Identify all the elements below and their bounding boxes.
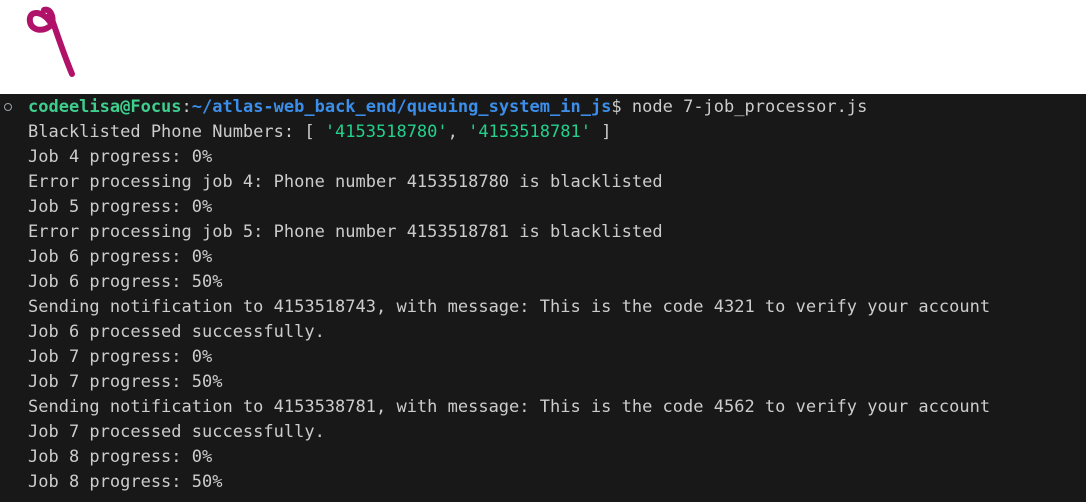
screenshot: codeelisa@Focus:~/atlas-web_back_end/que… — [0, 0, 1086, 502]
output-line: Job 8 progress: 50% — [28, 472, 223, 492]
output-line: Error processing job 4: Phone number 415… — [28, 172, 663, 192]
prompt-command: node 7-job_processor.js — [621, 97, 868, 117]
output-line: Sending notification to 4153538781, with… — [28, 397, 991, 417]
terminal-output[interactable]: codeelisa@Focus:~/atlas-web_back_end/que… — [0, 94, 1086, 502]
output-line: Job 7 processed successfully. — [28, 422, 325, 442]
output-line: Job 4 progress: 0% — [28, 147, 213, 167]
prompt-user-host: codeelisa@Focus — [28, 97, 182, 117]
annotation-area — [0, 0, 1086, 94]
output-line: Sending notification to 4153518743, with… — [28, 297, 991, 317]
blacklist-line: Blacklisted Phone Numbers: [ '4153518780… — [28, 120, 611, 145]
output-line: Error processing job 5: Phone number 415… — [28, 222, 663, 242]
output-line: Job 7 progress: 50% — [28, 372, 223, 392]
blacklist-number-2: '4153518781' — [468, 122, 591, 142]
blacklist-number-1: '4153518780' — [324, 122, 448, 142]
output-line: Job 6 processed successfully. — [28, 322, 325, 342]
output-line: Job 5 progress: 0% — [28, 197, 213, 217]
prompt-separator: : — [181, 97, 192, 117]
output-line: Job 6 progress: 0% — [28, 247, 213, 267]
output-line: Job 8 progress: 0% — [28, 447, 213, 467]
command-status-circle-icon[interactable] — [4, 103, 12, 111]
handwritten-nine-annotation — [26, 6, 75, 77]
output-line: Job 7 progress: 0% — [28, 347, 213, 367]
blacklist-prefix: Blacklisted Phone Numbers: [ — [28, 122, 325, 142]
prompt-line: codeelisa@Focus:~/atlas-web_back_end/que… — [28, 95, 867, 120]
blacklist-comma: , — [447, 122, 469, 142]
prompt-dollar: $ — [611, 97, 622, 117]
blacklist-suffix: ] — [590, 122, 612, 142]
output-line: Job 6 progress: 50% — [28, 272, 223, 292]
prompt-path: ~/atlas-web_back_end/queuing_system_in_j… — [191, 97, 612, 117]
